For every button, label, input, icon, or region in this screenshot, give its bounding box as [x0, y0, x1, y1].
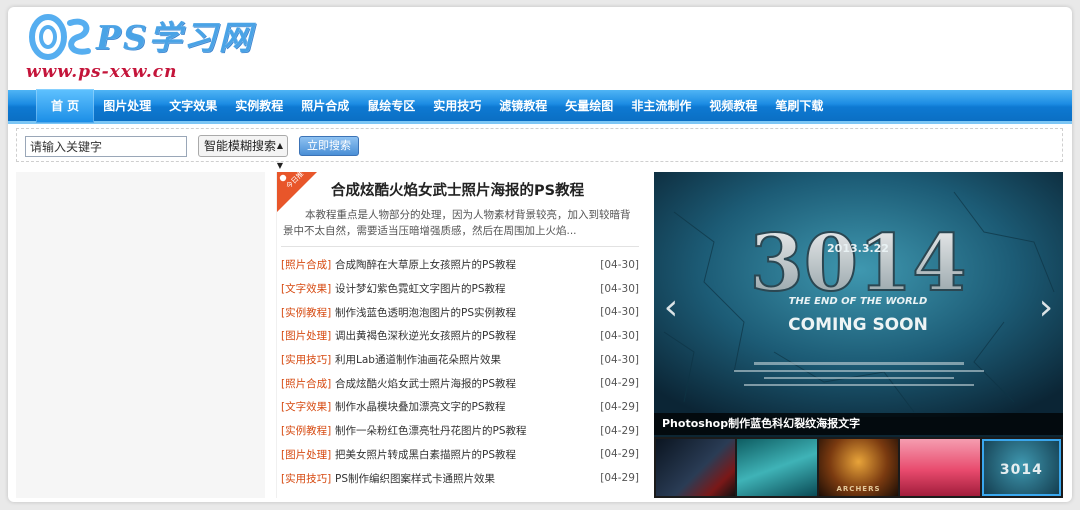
- slide-date: 2013.3.22: [827, 242, 889, 255]
- news-row[interactable]: [实例教程] 制作浅蓝色透明泡泡图片的PS实例教程 [04-30]: [281, 300, 639, 324]
- nav-item-3[interactable]: 实例教程: [226, 89, 292, 123]
- news-category[interactable]: [实用技巧]: [281, 471, 335, 486]
- nav-item-4[interactable]: 照片合成: [292, 89, 358, 123]
- nav-item-11[interactable]: 笔刷下载: [766, 89, 832, 123]
- main-nav: 首 页图片处理 文字效果 实例教程 照片合成 鼠绘专区 实用技巧 滤镜教程 矢量绘图 非主流制作…: [8, 88, 1072, 124]
- news-title[interactable]: 合成陶醉在大草原上女孩照片的PS教程: [335, 257, 599, 272]
- divider: [281, 246, 639, 247]
- news-title[interactable]: 制作水晶模块叠加漂亮文字的PS教程: [335, 399, 599, 414]
- nav-item-0[interactable]: 首 页: [36, 88, 95, 123]
- logo-title: PS学习网: [96, 18, 254, 57]
- news-row[interactable]: [图片处理] 调出黄褐色深秋逆光女孩照片的PS教程 [04-30]: [281, 324, 639, 348]
- thumbnail-3[interactable]: ARCHERS: [818, 439, 899, 496]
- news-category[interactable]: [文字效果]: [281, 399, 335, 414]
- slide-tagline: THE END OF THE WORLD: [789, 296, 928, 307]
- news-title[interactable]: 利用Lab通道制作油画花朵照片效果: [335, 352, 599, 367]
- news-date: [04-30]: [600, 353, 639, 366]
- news-row[interactable]: [照片合成] 合成炫酷火焰女武士照片海报的PS教程 [04-29]: [281, 371, 639, 395]
- news-date: [04-29]: [600, 424, 639, 437]
- news-title[interactable]: 合成炫酷火焰女武士照片海报的PS教程: [335, 376, 599, 391]
- nav-item-7[interactable]: 滤镜教程: [490, 89, 556, 123]
- slider-next-icon[interactable]: ›: [1035, 290, 1057, 330]
- news-row[interactable]: [实用技巧] PS制作编织图案样式卡通照片效果 [04-29]: [281, 466, 639, 490]
- search-mode-select[interactable]: 智能模糊搜索 ▲ ▼: [198, 135, 288, 170]
- nav-item-10[interactable]: 视频教程: [700, 89, 766, 123]
- today-ribbon-icon: 今日推: [277, 172, 317, 212]
- news-category[interactable]: [照片合成]: [281, 257, 335, 272]
- news-title[interactable]: PS制作编织图案样式卡通照片效果: [335, 471, 599, 486]
- thumbnail-5[interactable]: 3014: [981, 439, 1062, 496]
- news-title[interactable]: 调出黄褐色深秋逆光女孩照片的PS教程: [335, 328, 599, 343]
- slider-prev-icon[interactable]: ‹: [660, 290, 682, 330]
- slide-image[interactable]: 3014 2013.3.22 THE END OF THE WORLD COMI…: [654, 172, 1063, 417]
- news-row[interactable]: [文字效果] 制作水晶模块叠加漂亮文字的PS教程 [04-29]: [281, 395, 639, 419]
- search-button[interactable]: 立即搜索: [299, 136, 359, 156]
- select-arrow-icon: ▲ ▼: [276, 141, 283, 170]
- nav-item-9[interactable]: 非主流制作: [622, 89, 700, 123]
- left-panel: [16, 172, 265, 498]
- news-row[interactable]: [文字效果] 设计梦幻紫色霓虹文字图片的PS教程 [04-30]: [281, 277, 639, 301]
- news-date: [04-30]: [600, 282, 639, 295]
- news-row[interactable]: [照片合成] 合成陶醉在大草原上女孩照片的PS教程 [04-30]: [281, 253, 639, 277]
- nav-item-6[interactable]: 实用技巧: [424, 89, 490, 123]
- news-row[interactable]: [实用技巧] 利用Lab通道制作油画花朵照片效果 [04-30]: [281, 348, 639, 372]
- news-category[interactable]: [照片合成]: [281, 376, 335, 391]
- nav-item-1[interactable]: 图片处理: [94, 89, 160, 123]
- news-category[interactable]: [实用技巧]: [281, 352, 335, 367]
- ps-logo-icon: [29, 14, 91, 60]
- news-row[interactable]: [图片处理] 把美女照片转成黑白素描照片的PS教程 [04-29]: [281, 443, 639, 467]
- news-date: [04-29]: [600, 448, 639, 461]
- news-category[interactable]: [图片处理]: [281, 328, 335, 343]
- search-input[interactable]: [25, 136, 187, 157]
- thumbnail-1[interactable]: [656, 439, 736, 496]
- search-bar: 智能模糊搜索 ▲▼ 立即搜索: [16, 128, 1063, 170]
- nav-item-2[interactable]: 文字效果: [160, 89, 226, 123]
- news-date: [04-30]: [600, 306, 639, 319]
- news-category[interactable]: [文字效果]: [281, 281, 335, 296]
- nav-item-5[interactable]: 鼠绘专区: [358, 89, 424, 123]
- news-category[interactable]: [实例教程]: [281, 305, 335, 320]
- slide-caption[interactable]: Photoshop制作蓝色科幻裂纹海报文字: [654, 413, 1063, 435]
- feature-description: 本教程重点是人物部分的处理，因为人物素材背景较亮，加入到较暗背景中不太自然，需要…: [283, 209, 631, 237]
- news-title[interactable]: 制作一朵粉红色漂亮牡丹花图片的PS教程: [335, 423, 599, 438]
- news-list: [照片合成] 合成陶醉在大草原上女孩照片的PS教程 [04-30] [文字效果] 设计梦…: [281, 253, 639, 490]
- nav-item-8[interactable]: 矢量绘图: [556, 89, 622, 123]
- news-row[interactable]: [实例教程] 制作一朵粉红色漂亮牡丹花图片的PS教程 [04-29]: [281, 419, 639, 443]
- site-url: www.ps-xxw.cn: [26, 62, 178, 82]
- feature-title[interactable]: 合成炫酷火焰女武士照片海报的PS教程: [331, 179, 584, 200]
- search-mode-value: 智能模糊搜索: [204, 139, 277, 153]
- news-category[interactable]: [图片处理]: [281, 447, 335, 462]
- news-title[interactable]: 制作浅蓝色透明泡泡图片的PS实例教程: [335, 305, 599, 320]
- news-date: [04-30]: [600, 258, 639, 271]
- news-title[interactable]: 设计梦幻紫色霓虹文字图片的PS教程: [335, 281, 599, 296]
- news-date: [04-29]: [600, 377, 639, 390]
- news-title[interactable]: 把美女照片转成黑白素描照片的PS教程: [335, 447, 599, 462]
- news-category[interactable]: [实例教程]: [281, 423, 335, 438]
- headline-panel: 今日推 合成炫酷火焰女武士照片海报的PS教程 本教程重点是人物部分的处理，因为人…: [276, 172, 643, 498]
- news-date: [04-29]: [600, 400, 639, 413]
- thumbnail-4[interactable]: [900, 439, 980, 496]
- slide-coming: COMING SOON: [788, 315, 928, 335]
- page-frame: PS学习网 www.ps-xxw.cn 首 页图片处理 文字效果 实例教程 照片合成鼠…: [8, 7, 1072, 502]
- slider-thumbnails: ARCHERS 3014: [654, 437, 1063, 498]
- image-slider: 3014 2013.3.22 THE END OF THE WORLD COMI…: [654, 172, 1063, 498]
- news-date: [04-29]: [600, 472, 639, 485]
- news-date: [04-30]: [600, 329, 639, 342]
- thumbnail-2[interactable]: [737, 439, 817, 496]
